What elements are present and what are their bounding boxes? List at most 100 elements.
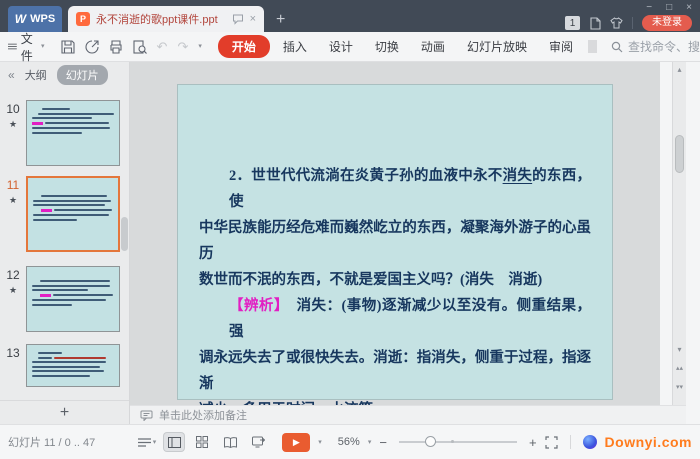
hidden-tab-stub[interactable] — [588, 40, 597, 53]
slide-thumbnail-selected[interactable] — [26, 176, 120, 252]
collapse-sidebar-icon[interactable]: « — [8, 68, 15, 82]
tab-outline[interactable]: 大纲 — [25, 67, 47, 83]
watermark: Downyi.com — [605, 434, 692, 450]
slide-thumbnail[interactable] — [26, 266, 120, 332]
thumbnail-list: 10 ★ 11 ★ — [0, 92, 130, 387]
titlebar-right: − □ × 1 未登录 — [565, 0, 700, 32]
skin-icon[interactable] — [610, 17, 623, 29]
notes-lines-icon — [138, 438, 151, 447]
fit-screen-button[interactable] — [545, 436, 558, 449]
tab-review[interactable]: 审阅 — [540, 35, 582, 58]
comment-icon[interactable] — [232, 14, 244, 25]
slide-line: 调永远失去了或很快失去。消逝：指消失，侧重于过程，指逐渐 — [199, 345, 591, 397]
save-button[interactable] — [61, 40, 75, 54]
zoom-caret-icon[interactable]: ▾ — [368, 439, 372, 446]
minimize-button[interactable]: − — [646, 2, 652, 14]
main-column: 2．世世代代流淌在炎黄子孙的血液中永不消失的东西，使 中华民族能历经危难而巍然屹… — [130, 62, 686, 424]
wps-logo-icon: W — [15, 12, 26, 26]
notes-icon — [140, 410, 153, 421]
vertical-scrollbar[interactable]: ▴ ▾ ▴▴ ▾▾ — [672, 62, 686, 405]
tab-close-icon[interactable]: × — [250, 14, 256, 25]
play-options-caret-icon[interactable]: ▾ — [318, 439, 322, 446]
reading-view-button[interactable] — [220, 433, 240, 451]
slide-line: 数世而不泯的东西，不就是爱国主义吗？(消失 消逝) — [199, 267, 591, 293]
close-button[interactable]: × — [686, 2, 692, 14]
thumbnail-slide-10[interactable]: 10 ★ — [0, 100, 120, 166]
document-tab[interactable]: P 永不消逝的歌ppt课件.ppt × — [68, 6, 264, 32]
zoom-100-marker — [451, 440, 454, 443]
sidebar-scrollbar[interactable] — [121, 92, 128, 387]
normal-view-button[interactable] — [164, 433, 184, 451]
sidebar-scrollbar-thumb[interactable] — [121, 217, 128, 251]
slide-thumbnail[interactable] — [26, 344, 120, 387]
current-slide[interactable]: 2．世世代代流淌在炎黄子孙的血液中永不消失的东西，使 中华民族能历经危难而巍然屹… — [178, 85, 612, 399]
slide-line: 中华民族能历经危难而巍然屹立的东西，凝聚海外游子的心虽历 — [199, 215, 591, 267]
command-search[interactable]: 查找命令、搜索模板 — [611, 38, 700, 55]
display-projection-button[interactable] — [248, 433, 268, 451]
undo-button[interactable]: ↶ — [157, 40, 168, 53]
notes-toggle-button[interactable]: ▾ — [138, 438, 157, 447]
tab-transition[interactable]: 切换 — [366, 35, 408, 58]
zoom-slider[interactable] — [399, 435, 517, 449]
analysis-label: 【辨析】 — [229, 298, 282, 314]
print-button[interactable] — [109, 40, 123, 54]
output-button[interactable] — [85, 40, 99, 54]
notes-bar[interactable]: 单击此处添加备注 — [130, 405, 686, 424]
tab-home[interactable]: 开始 — [218, 35, 270, 58]
scroll-up-icon[interactable]: ▴ — [673, 65, 686, 75]
new-tab-button[interactable]: + — [276, 12, 285, 28]
docer-icon[interactable] — [589, 17, 601, 30]
titlebar: W WPS P 永不消逝的歌ppt课件.ppt × + − □ × 1 — [0, 0, 700, 32]
slide-panel: « 大纲 幻灯片 10 ★ — [0, 62, 130, 424]
thumbnail-slide-13[interactable]: 13 — [0, 344, 120, 387]
slide-canvas[interactable]: 2．世世代代流淌在炎黄子孙的血液中永不消失的东西，使 中华民族能历经危难而巍然屹… — [130, 62, 660, 405]
file-menu[interactable]: 文件 ▾ — [8, 30, 45, 64]
add-slide-button[interactable]: + — [0, 400, 129, 424]
ribbon-tabs: 开始 插入 设计 切换 动画 幻灯片放映 审阅 — [218, 35, 597, 58]
notes-placeholder: 单击此处添加备注 — [159, 407, 247, 423]
login-button[interactable]: 未登录 — [642, 15, 692, 31]
zoom-in-button[interactable]: + — [529, 436, 537, 449]
zoom-slider-knob[interactable] — [425, 436, 436, 447]
slide-text-box[interactable]: 2．世世代代流淌在炎黄子孙的血液中永不消失的东西，使 中华民族能历经危难而巍然屹… — [199, 163, 591, 423]
tab-slideshow[interactable]: 幻灯片放映 — [458, 35, 536, 58]
scroll-down-icon[interactable]: ▾ — [673, 345, 686, 355]
wps-menu-button[interactable]: W WPS — [8, 6, 62, 32]
theme-sphere-icon[interactable] — [583, 435, 597, 449]
thumbnail-slide-12[interactable]: 12 ★ — [0, 266, 120, 332]
slide-line: 2．世世代代流淌在炎黄子孙的血液中永不消失的东西，使 — [199, 163, 591, 215]
status-divider — [570, 435, 571, 449]
zoom-slider-track[interactable] — [399, 441, 517, 443]
status-bar: 幻灯片 11 / 0 .. 47 ▾ ▶ ▾ 56% ▾ − — [0, 424, 700, 459]
slide-number: 10 — [6, 102, 19, 116]
print-preview-button[interactable] — [133, 40, 147, 54]
file-menu-label: 文件 — [21, 30, 37, 64]
titlebar-divider — [632, 17, 633, 29]
slide-thumbnail[interactable] — [26, 100, 120, 166]
slide-number: 12 — [6, 268, 19, 282]
transition-star-icon: ★ — [9, 285, 17, 296]
menu-icon — [8, 42, 17, 51]
maximize-button[interactable]: □ — [666, 2, 672, 14]
tab-animation[interactable]: 动画 — [412, 35, 454, 58]
slide-indicator: 幻灯片 11 / 0 .. 47 — [8, 434, 95, 450]
content-area: « 大纲 幻灯片 10 ★ — [0, 62, 700, 424]
tab-design[interactable]: 设计 — [320, 35, 362, 58]
redo-button[interactable]: ↷ — [177, 40, 188, 53]
play-slideshow-button[interactable]: ▶ — [282, 433, 310, 452]
next-slide-button[interactable]: ▾▾ — [673, 384, 686, 391]
document-count-badge[interactable]: 1 — [565, 16, 580, 30]
previous-slide-button[interactable]: ▴▴ — [673, 365, 686, 372]
zoom-out-button[interactable]: − — [379, 436, 387, 449]
slide-line: 【辨析】 消失：(事物)逐渐减少以至没有。侧重结果，强 — [199, 293, 591, 345]
tab-insert[interactable]: 插入 — [274, 35, 316, 58]
scrollbar-thumb[interactable] — [675, 135, 684, 173]
zoom-level[interactable]: 56% — [338, 436, 360, 448]
thumbnail-slide-11[interactable]: 11 ★ — [0, 176, 120, 252]
transition-star-icon: ★ — [9, 195, 17, 206]
wps-presentation-window: W WPS P 永不消逝的歌ppt课件.ppt × + − □ × 1 — [0, 0, 700, 459]
search-icon — [611, 41, 623, 53]
slide-sorter-view-button[interactable] — [192, 433, 212, 451]
quickbar-caret-icon[interactable]: ▾ — [198, 43, 202, 50]
tab-slides[interactable]: 幻灯片 — [57, 65, 108, 85]
